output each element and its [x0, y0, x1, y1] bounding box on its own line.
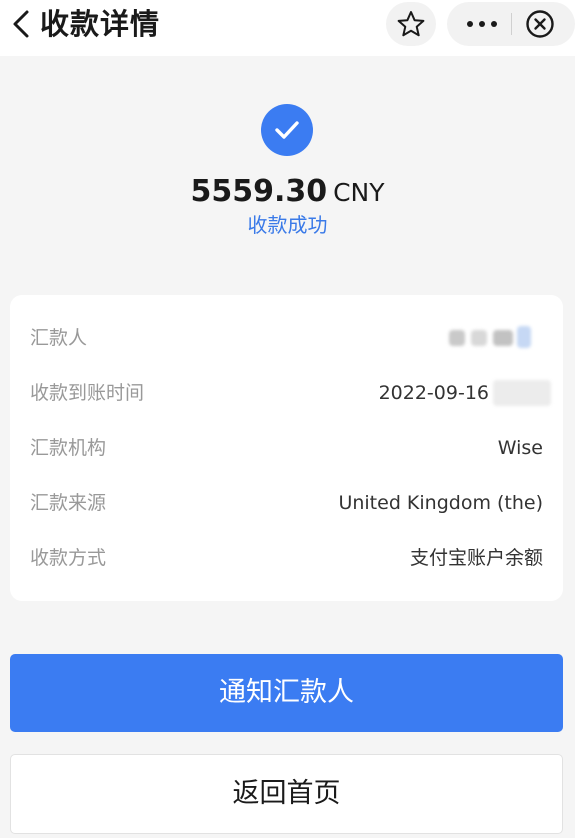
detail-label: 汇款机构 — [30, 437, 107, 459]
detail-value: Wise — [497, 437, 543, 459]
redaction-block — [471, 330, 487, 346]
status-text: 收款成功 — [247, 213, 328, 237]
more-dot — [479, 21, 485, 27]
chevron-left-icon — [13, 10, 29, 38]
redaction-block — [517, 326, 531, 348]
detail-row-method: 收款方式 支付宝账户余额 — [10, 543, 563, 573]
detail-value: 支付宝账户余额 — [409, 547, 543, 569]
amount: 5559.30 — [190, 174, 328, 209]
star-icon — [397, 11, 425, 37]
currency: CNY — [333, 178, 385, 207]
more-button[interactable] — [447, 2, 511, 46]
back-home-button[interactable]: 返回首页 — [10, 754, 563, 834]
more-dot — [491, 21, 497, 27]
close-button[interactable] — [512, 2, 575, 46]
time-redacted — [493, 380, 551, 406]
check-circle-icon — [261, 104, 313, 156]
detail-value: United Kingdom (the) — [338, 492, 543, 514]
detail-label: 收款到账时间 — [30, 382, 145, 404]
detail-row-received-time: 收款到账时间 2022-09-16 — [10, 378, 563, 408]
detail-label: 汇款人 — [30, 327, 88, 349]
detail-label: 收款方式 — [30, 547, 107, 569]
detail-value: 2022-09-16 — [378, 382, 489, 404]
detail-row-source: 汇款来源 United Kingdom (the) — [10, 488, 563, 518]
detail-row-remitter: 汇款人 — [10, 323, 563, 353]
favorite-button[interactable] — [386, 2, 436, 46]
notify-remitter-button[interactable]: 通知汇款人 — [10, 654, 563, 732]
mini-program-capsule — [447, 2, 575, 46]
navigation-bar: 收款详情 — [0, 0, 575, 56]
more-dots-icon — [467, 21, 473, 27]
detail-row-institution: 汇款机构 Wise — [10, 433, 563, 463]
remitter-name-redacted — [443, 323, 543, 353]
redaction-block — [449, 330, 465, 346]
page-title: 收款详情 — [40, 7, 161, 41]
close-circle-icon — [526, 10, 554, 38]
back-button[interactable] — [6, 8, 38, 40]
redaction-block — [493, 330, 513, 346]
details-card: 汇款人 收款到账时间 2022-09-16 汇款机构 Wise 汇款来源 Uni… — [10, 295, 563, 601]
detail-label: 汇款来源 — [30, 492, 107, 514]
